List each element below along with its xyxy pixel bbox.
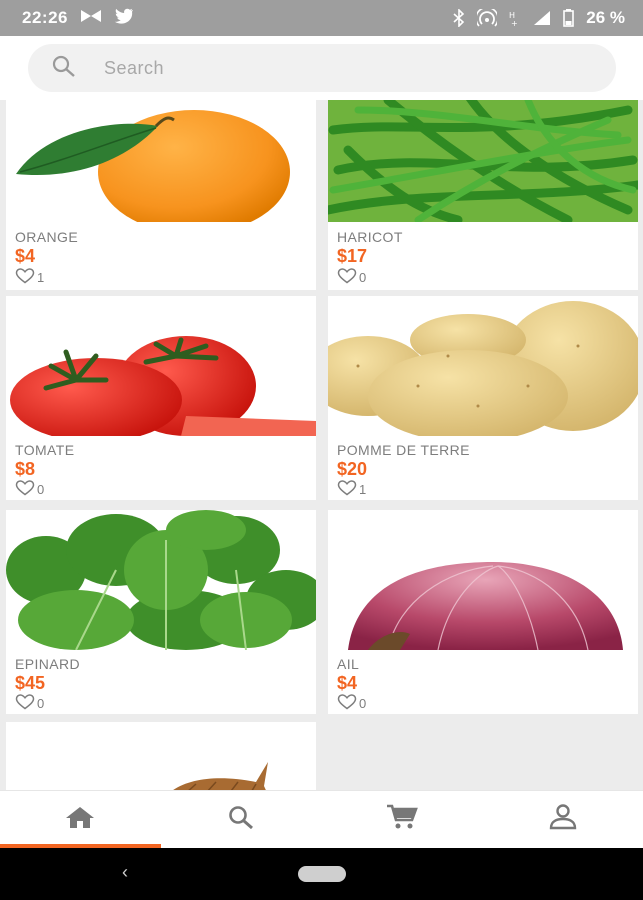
- bottom-navigation: [0, 790, 643, 848]
- home-icon: [65, 805, 95, 834]
- like-count: 0: [359, 270, 367, 285]
- product-name: EPINARD: [15, 656, 81, 672]
- heart-icon[interactable]: [15, 268, 35, 287]
- heart-icon[interactable]: [15, 694, 35, 713]
- status-time: 22:26: [22, 8, 68, 27]
- cart-icon: [386, 804, 418, 835]
- product-name: POMME DE TERRE: [337, 442, 470, 458]
- heart-icon[interactable]: [337, 268, 357, 287]
- red-onion-image: [328, 510, 638, 650]
- home-pill[interactable]: [298, 866, 346, 882]
- product-card-pomme-de-terre[interactable]: POMME DE TERRE $20 1: [328, 296, 638, 500]
- product-price: $4: [337, 673, 358, 693]
- coconut-image: [6, 722, 316, 790]
- product-card-ail[interactable]: AIL $4 0: [328, 510, 638, 714]
- product-name: TOMATE: [15, 442, 75, 458]
- search-icon: [227, 805, 255, 834]
- nav-home[interactable]: [0, 791, 161, 848]
- like-count: 0: [37, 696, 45, 711]
- system-navigation-bar: ‹: [0, 848, 643, 900]
- product-price: $8: [15, 459, 36, 479]
- nav-cart[interactable]: [322, 791, 483, 848]
- product-likes[interactable]: 0: [337, 694, 366, 713]
- product-price: $45: [15, 673, 46, 693]
- like-count: 1: [37, 270, 45, 285]
- potato-image: [328, 296, 638, 436]
- like-count: 0: [37, 482, 45, 497]
- twitter-icon: [114, 8, 134, 29]
- product-name: ORANGE: [15, 229, 79, 245]
- product-likes[interactable]: 1: [15, 268, 44, 287]
- orange-image: [6, 100, 316, 222]
- cell-signal-icon: [533, 10, 551, 26]
- search-input[interactable]: [104, 57, 544, 79]
- profile-icon: [548, 804, 578, 835]
- product-card-haricot[interactable]: HARICOT $17 0: [328, 100, 638, 290]
- product-likes[interactable]: 1: [337, 480, 366, 499]
- like-count: 1: [359, 482, 367, 497]
- product-likes[interactable]: 0: [15, 694, 44, 713]
- status-bar: 22:26 H + 26 %: [0, 0, 643, 36]
- product-card-partial[interactable]: [6, 722, 316, 790]
- battery-icon: [563, 9, 575, 27]
- product-name: HARICOT: [337, 229, 403, 245]
- product-card-orange[interactable]: ORANGE $4 1: [6, 100, 316, 290]
- back-icon[interactable]: ‹: [122, 862, 128, 883]
- search-icon: [52, 55, 78, 82]
- tomato-image: [6, 296, 316, 436]
- product-price: $17: [337, 246, 368, 266]
- svg-text:+: +: [511, 19, 518, 27]
- search-bar[interactable]: [28, 44, 616, 92]
- heart-icon[interactable]: [15, 480, 35, 499]
- bluetooth-icon: [453, 9, 465, 27]
- search-header: [0, 36, 643, 100]
- nav-profile[interactable]: [482, 791, 643, 848]
- heart-icon[interactable]: [337, 480, 357, 499]
- product-price: $4: [15, 246, 36, 266]
- product-card-tomate[interactable]: TOMATE $8 0: [6, 296, 316, 500]
- spinach-image: [6, 510, 316, 650]
- battery-percentage: 26 %: [586, 8, 625, 27]
- product-grid: ORANGE $4 1 HARICOT $17 0 TOMATE $8 0 PO…: [0, 100, 643, 790]
- product-likes[interactable]: 0: [15, 480, 44, 499]
- hotspot-icon: [477, 9, 498, 27]
- bowtie-icon: [80, 8, 102, 28]
- signal-hplus-icon: H +: [509, 9, 521, 27]
- product-likes[interactable]: 0: [337, 268, 366, 287]
- product-card-epinard[interactable]: EPINARD $45 0: [6, 510, 316, 714]
- green-beans-image: [328, 100, 638, 222]
- like-count: 0: [359, 696, 367, 711]
- product-name: AIL: [337, 656, 360, 672]
- product-price: $20: [337, 459, 368, 479]
- nav-search[interactable]: [161, 791, 322, 848]
- heart-icon[interactable]: [337, 694, 357, 713]
